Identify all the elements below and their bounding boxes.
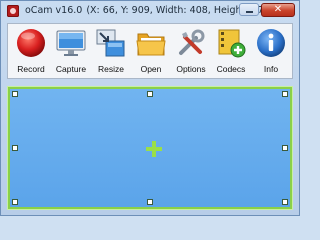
toolbar: Record Capture Resize Open Options Codec… (7, 23, 293, 79)
move-crosshair-icon[interactable] (146, 141, 162, 157)
resize-handle-bottom-right[interactable] (282, 199, 288, 205)
record-button[interactable]: Record (12, 26, 50, 76)
record-icon (17, 29, 45, 57)
resize-button[interactable]: Resize (92, 26, 130, 76)
open-button[interactable]: Open (132, 26, 170, 76)
resize-handle-top-right[interactable] (282, 91, 288, 97)
title-bar[interactable]: oCam v16.0 (X: 66, Y: 909, Width: 408, He… (1, 1, 299, 21)
codecs-icon (218, 29, 246, 58)
close-icon: ✕ (273, 4, 283, 15)
close-button[interactable]: ✕ (261, 3, 295, 17)
tools-icon (179, 29, 205, 55)
info-icon (257, 29, 285, 57)
info-button[interactable]: Info (252, 26, 290, 76)
minimize-button[interactable] (239, 3, 259, 16)
capture-button[interactable]: Capture (52, 26, 90, 76)
capture-area[interactable] (7, 86, 293, 210)
monitor-icon (56, 30, 86, 56)
resize-handle-top[interactable] (147, 91, 153, 97)
ocam-window: oCam v16.0 (X: 66, Y: 909, Width: 408, He… (0, 0, 300, 216)
ocam-app-icon[interactable] (7, 5, 19, 17)
window-title: oCam v16.0 (X: 66, Y: 909, Width: 408, He… (25, 5, 273, 16)
codecs-button[interactable]: Codecs (212, 26, 250, 76)
resize-handle-bottom[interactable] (147, 199, 153, 205)
resize-handle-bottom-left[interactable] (12, 199, 18, 205)
resize-icon (96, 29, 125, 57)
resize-handle-left[interactable] (12, 145, 18, 151)
resize-handle-top-left[interactable] (12, 91, 18, 97)
folder-icon (136, 33, 166, 56)
info-label: Info (263, 64, 279, 74)
resize-handle-right[interactable] (282, 145, 288, 151)
app-name: oCam v16.0 (25, 5, 83, 16)
options-button[interactable]: Options (172, 26, 210, 76)
